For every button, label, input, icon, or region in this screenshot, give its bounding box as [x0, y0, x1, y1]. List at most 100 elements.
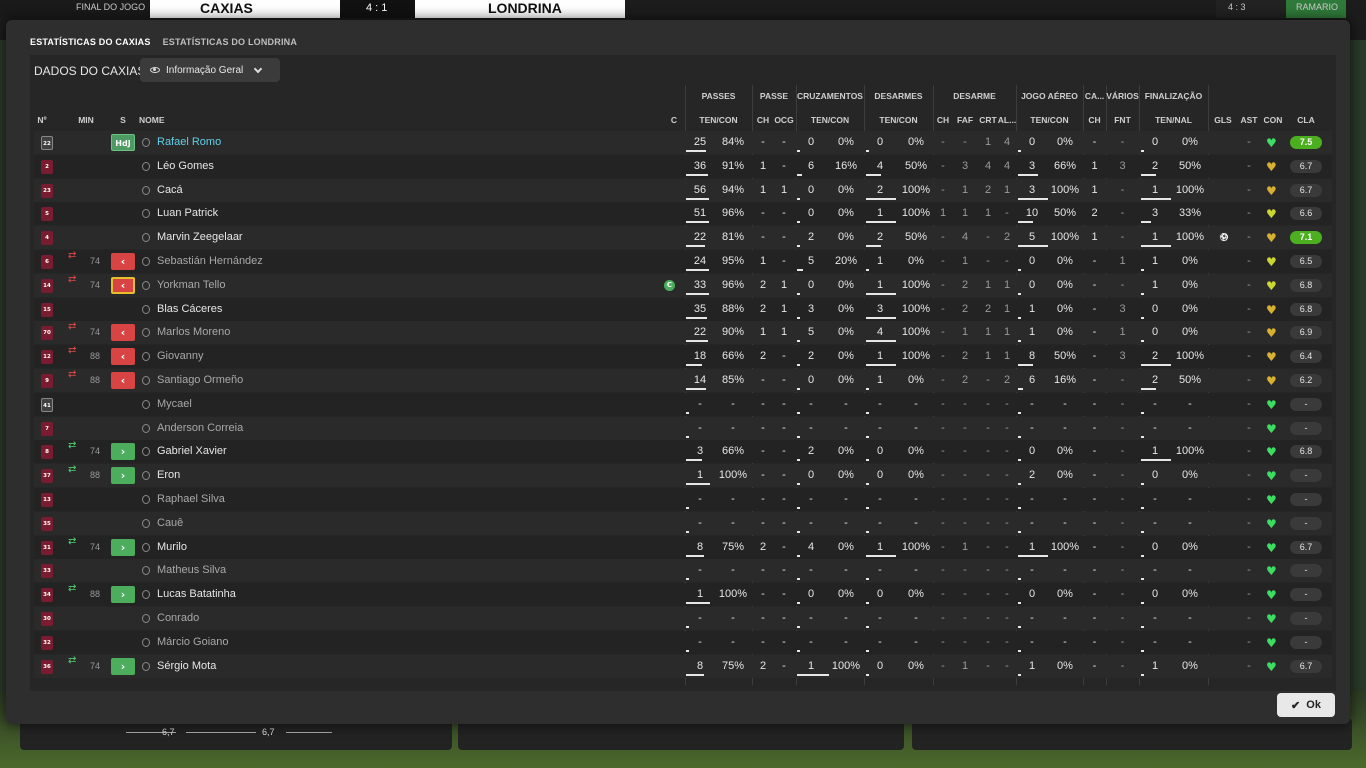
col-header-al[interactable]: AL...	[997, 115, 1017, 125]
player-name[interactable]: Raphael Silva	[157, 488, 225, 511]
col-header-desarme-ch[interactable]: CH	[933, 115, 953, 125]
table-row[interactable]: 6 ⇄ 74 ‹ Sebastián Hernández 24 95% 1-5 20% 1 0% -1…	[34, 250, 1332, 273]
table-row[interactable]: 35 Cauê - - - - - - - - - - - - - - - - - - - ♥ -	[34, 511, 1332, 535]
player-name[interactable]: Marlos Moreno	[157, 321, 230, 344]
chevron-down-icon	[254, 64, 263, 73]
col-header-des-ten-con[interactable]: TEN/CON	[864, 115, 933, 125]
player-name[interactable]: Márcio Goiano	[157, 631, 229, 654]
shots-pct: -	[1188, 397, 1192, 410]
col-header-cla[interactable]: CLA	[1290, 115, 1322, 125]
col-header-faf[interactable]: FAF	[953, 115, 977, 125]
player-name[interactable]: Matheus Silva	[157, 559, 226, 582]
table-row[interactable]: 5 Luan Patrick 51 96% - -0 0% 1 100% 1 1 1-10 50% 2-3…	[34, 202, 1332, 226]
col-header-number[interactable]: Nº	[34, 115, 50, 125]
player-rating: 6.2	[1290, 374, 1322, 387]
desarme-al: 2	[1003, 374, 1011, 386]
player-name[interactable]: Gabriel Xavier	[157, 440, 227, 463]
table-row[interactable]: 4 Marvin Zeegelaar 22 81% - -2 0% 2 50% -4-2 5 100%…	[34, 226, 1332, 250]
player-name[interactable]: Luan Patrick	[157, 202, 218, 225]
table-row[interactable]: 9 ⇄ 88 ‹ Santiago Ormeño 14 85% - -0 0% 1 0% -2-2 6 16…	[34, 369, 1332, 392]
key-passes: -	[761, 231, 765, 244]
table-row[interactable]: 7 Anderson Correia - - - - - - - - - - - - - - - - - - - ♥ -	[34, 416, 1332, 440]
passes-bar	[686, 197, 709, 200]
tab-caxias-stats[interactable]: ESTATÍSTICAS DO CAXIAS	[30, 37, 151, 51]
table-row[interactable]: 30 Conrado - - - - - - - - - - - - - - - - - - - ♥ -	[34, 607, 1332, 630]
table-row[interactable]: 31 ⇄ 74 › Murilo 8 75% 2-4 0% 1 100% -1- -1 100% - -0 0%…	[34, 535, 1332, 559]
player-name[interactable]: Conrado	[157, 607, 199, 630]
col-header-c[interactable]: C	[668, 115, 680, 125]
table-row[interactable]: 41 Mycael - - - - - - - - - - - - - - - - - - - ♥ -	[34, 392, 1332, 416]
col-header-s[interactable]: S	[116, 115, 130, 125]
condition-heart-icon: ♥	[1266, 159, 1277, 174]
col-header-passe-ch[interactable]: CH	[754, 115, 772, 125]
player-name[interactable]: Rafael Romo	[157, 131, 221, 154]
crosses-pct: -	[844, 516, 848, 529]
tackles-pct: -	[914, 421, 918, 434]
player-rating: -	[1290, 612, 1322, 625]
player-name[interactable]: Lucas Batatinha	[157, 583, 236, 606]
player-name[interactable]: Sérgio Mota	[157, 655, 216, 678]
col-header-ca-ch[interactable]: CH	[1083, 115, 1106, 125]
aerial-attempted: 0	[1028, 136, 1036, 148]
table-row[interactable]: 2 Léo Gomes 36 91% 1-6 16% 4 50% -3 4 4 3 66% 1 3 2 50% -…	[34, 154, 1332, 178]
tab-londrina-stats[interactable]: ESTATÍSTICAS DO LONDRINA	[163, 37, 297, 51]
table-row[interactable]: 32 Márcio Goiano - - - - - - - - - - - - - - - - - - - ♥ -	[34, 630, 1332, 654]
col-header-ast[interactable]: AST	[1238, 115, 1260, 125]
col-header-con[interactable]: CON	[1262, 115, 1284, 125]
player-name[interactable]: Cauê	[157, 512, 183, 535]
view-select[interactable]: Informação Geral	[140, 58, 280, 82]
player-name[interactable]: Marvin Zeegelaar	[157, 226, 243, 249]
tackles-bar	[866, 340, 896, 343]
table-row[interactable]: 70 ⇄ 74 ‹ Marlos Moreno 22 90% 1 1 5 0% 4 100% -1 1 1 1 0…	[34, 321, 1332, 345]
assists: -	[1247, 564, 1251, 577]
player-name[interactable]: Santiago Ormeño	[157, 369, 243, 392]
col-header-passe-ocg[interactable]: OCG	[772, 115, 796, 125]
condition-heart-icon: ♥	[1266, 659, 1277, 674]
col-header-aereo-ten-con[interactable]: TEN/CON	[1016, 115, 1083, 125]
table-row[interactable]: 22 HdJ Rafael Romo 25 84% - -0 0% 0 0% - -1 4 0 0% - -0 0…	[34, 131, 1332, 154]
table-row[interactable]: 8 ⇄ 74 › Gabriel Xavier 3 66% - -2 0% 0 0% - - - -0 0% - -…	[34, 440, 1332, 464]
condition-heart-icon: ♥	[1266, 302, 1277, 317]
table-row[interactable]: 15 Blas Cáceres 35 88% 2 1 3 0% 3 100% -2 2 1 1 0% -3 0 0…	[34, 297, 1332, 321]
player-name[interactable]: Sebastián Hernández	[157, 250, 263, 273]
col-header-fin-ten-nal[interactable]: TEN/NAL	[1139, 115, 1208, 125]
passes-attempted: -	[698, 493, 702, 505]
table-row[interactable]: 13 Raphael Silva - - - - - - - - - - - - - - - - - - - ♥ -	[34, 488, 1332, 511]
condition-heart-icon: ♥	[1266, 136, 1277, 150]
player-name[interactable]: Mycael	[157, 393, 192, 416]
player-name[interactable]: Blas Cáceres	[157, 298, 222, 321]
player-name[interactable]: Yorkman Tello	[157, 274, 226, 297]
varios-fnt: -	[1120, 278, 1125, 291]
col-header-passes-ten-con[interactable]: TEN/CON	[685, 115, 752, 125]
desarme-al: -	[1005, 255, 1009, 267]
shirt-number: 6	[41, 255, 53, 269]
col-header-crt[interactable]: CRT	[977, 115, 999, 125]
player-name[interactable]: Eron	[157, 464, 180, 487]
player-name[interactable]: Léo Gomes	[157, 155, 214, 178]
table-row[interactable]: 23 Cacá 56 94% 1 1 0 0% 2 100% -1 2 1 3 100% 1-1 100% - ♥ 6…	[34, 178, 1332, 202]
table-row[interactable]: 14 ⇄ 74 ‹ Yorkman Tello C 33 96% 2 1 0 0% 1 100% -2 1 1 0…	[34, 273, 1332, 297]
crosses-attempted: -	[809, 421, 813, 434]
col-header-cruz-ten-con[interactable]: TEN/CON	[796, 115, 864, 125]
table-row[interactable]: 37 ⇄ 88 › Eron 1 100% - -0 0% 0 0% - - - -2 0% - -0 0% - ♥ -	[34, 464, 1332, 488]
player-name[interactable]: Anderson Correia	[157, 417, 243, 440]
col-header-min[interactable]: MIN	[74, 115, 98, 125]
player-name[interactable]: Cacá	[157, 179, 183, 202]
ok-button[interactable]: ✔ Ok	[1277, 693, 1335, 717]
player-name[interactable]: Giovanny	[157, 345, 203, 368]
aerial-attempted: -	[1030, 516, 1034, 529]
desarme-ch: -	[941, 445, 945, 458]
key-passes: -	[761, 469, 765, 482]
table-row[interactable]: 34 ⇄ 88 › Lucas Batatinha 1 100% - -0 0% 0 0% - - - -0 0…	[34, 583, 1332, 607]
table-row[interactable]: 36 ⇄ 74 › Sérgio Mota 8 75% 2-1 100% 0 0% -1- -1 0% - -…	[34, 654, 1332, 678]
col-header-fnt[interactable]: FNT	[1106, 115, 1139, 125]
col-header-name[interactable]: NOME	[139, 115, 165, 125]
col-header-gls[interactable]: GLS	[1212, 115, 1234, 125]
tackles-attempted: 1	[876, 374, 884, 386]
right-score: 4 : 3	[1228, 2, 1246, 12]
player-name[interactable]: Murilo	[157, 536, 187, 559]
desarme-crt: -	[986, 635, 990, 648]
table-row[interactable]: 12 ⇄ 88 ‹ Giovanny 18 66% 2-2 0% 1 100% -2 1 1 8 50% -3 2…	[34, 345, 1332, 369]
captain-icon: C	[664, 279, 675, 291]
table-row[interactable]: 33 Matheus Silva - - - - - - - - - - - - - - - - - - - ♥ -	[34, 559, 1332, 583]
